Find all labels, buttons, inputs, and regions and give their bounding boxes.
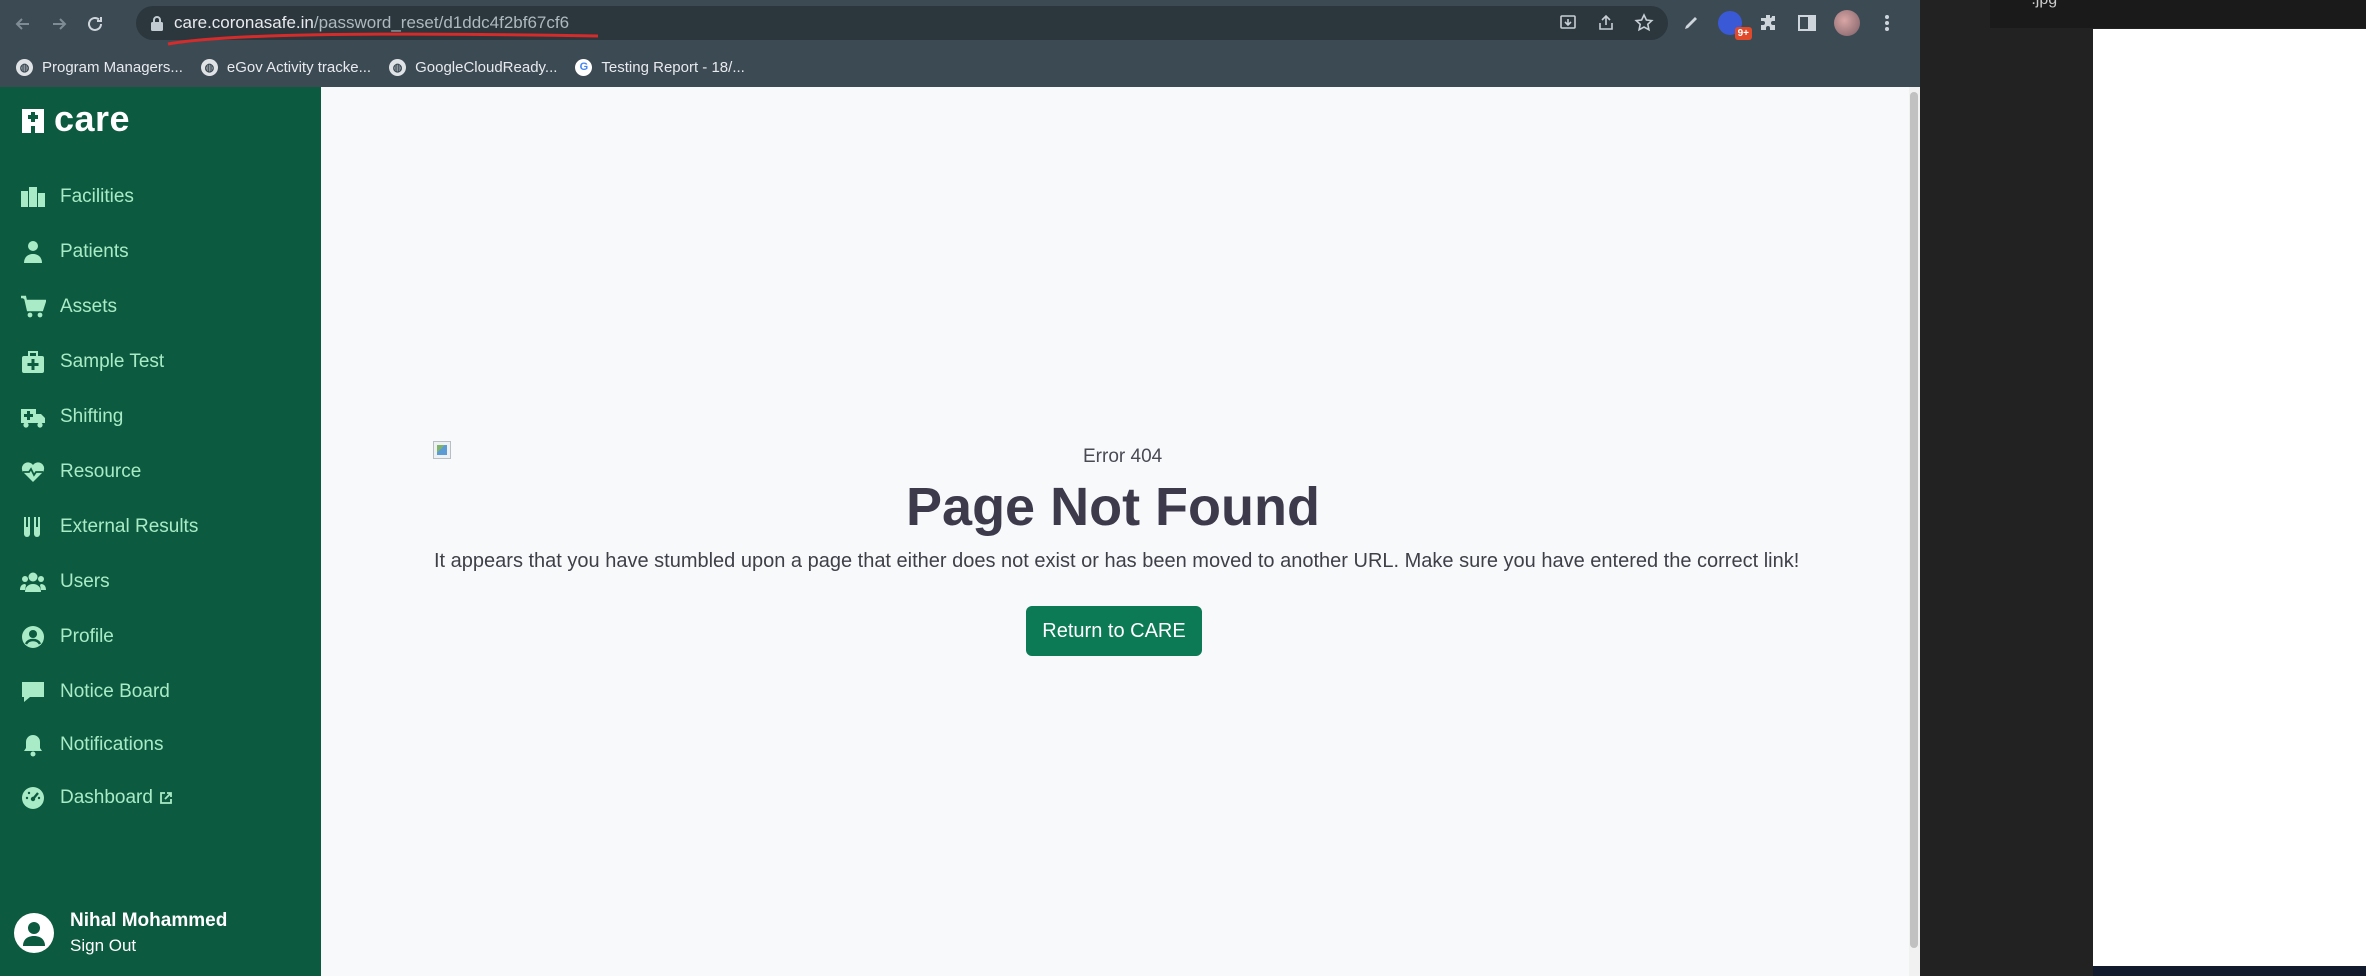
sidebar-item-profile[interactable]: Profile — [0, 609, 321, 664]
sidebar-item-notifications[interactable]: Notifications — [0, 719, 321, 770]
arrow-left-icon — [15, 17, 29, 30]
logo-text: care — [54, 98, 131, 139]
users-icon — [20, 569, 48, 595]
globe-icon: ◍ — [16, 58, 33, 76]
browser-chrome: care.coronasafe.in/password_reset/d1ddc4… — [0, 0, 1920, 87]
extensions-area: 9+ — [1680, 6, 1898, 40]
return-to-care-button[interactable]: Return to CARE — [1026, 606, 1202, 656]
back-button[interactable] — [6, 7, 40, 41]
sidebar-item-users[interactable]: Users — [0, 554, 321, 609]
cart-icon — [20, 294, 48, 320]
forward-button[interactable] — [42, 7, 76, 41]
address-bar-actions — [1558, 6, 1654, 40]
sidebar-item-label: Notifications — [60, 733, 164, 755]
care-logo[interactable]: care — [20, 101, 130, 137]
bookmark-item[interactable]: ◍ GoogleCloudReady... — [389, 58, 558, 76]
sidebar-item-label: Users — [60, 570, 110, 592]
sidebar-item-label: Facilities — [60, 185, 134, 207]
kebab-menu-icon[interactable] — [1876, 12, 1898, 34]
comment-icon — [20, 679, 48, 705]
bookmark-item[interactable]: ◍ Program Managers... — [16, 58, 183, 76]
extension-badge-icon[interactable]: 9+ — [1718, 11, 1752, 40]
background-window-label: ~.jpg — [2022, 0, 2057, 9]
sidebar-item-label: Profile — [60, 625, 114, 647]
user-avatar-icon — [14, 913, 54, 953]
sidebar-item-assets[interactable]: Assets — [0, 279, 321, 334]
hospital-icon — [22, 109, 44, 133]
taskbar-strip — [2093, 966, 2366, 976]
puzzle-icon[interactable] — [1758, 12, 1780, 34]
sidebar-item-sample-test[interactable]: Sample Test — [0, 334, 321, 389]
bookmark-label: eGov Activity tracke... — [226, 58, 372, 76]
arrow-right-icon — [53, 17, 67, 30]
profile-avatar-icon[interactable] — [1834, 10, 1860, 36]
bookmarks-bar: ◍ Program Managers... ◍ eGov Activity tr… — [0, 47, 1920, 87]
error-code: Error 404 — [1083, 446, 1163, 467]
extension-pen-icon[interactable] — [1680, 12, 1702, 34]
globe-icon: ◍ — [389, 58, 407, 76]
red-annotation-underline — [167, 32, 599, 46]
sidebar-item-label: Sample Test — [60, 350, 165, 372]
background-window-canvas — [2093, 29, 2366, 966]
sign-out-link[interactable]: Sign Out — [70, 936, 227, 956]
sidebar-item-shifting[interactable]: Shifting — [0, 389, 321, 444]
sidebar-item-label: Assets — [60, 295, 118, 317]
screen: care.coronasafe.in/password_reset/d1ddc4… — [0, 0, 2366, 976]
share-icon[interactable] — [1596, 13, 1616, 33]
reload-button[interactable] — [78, 7, 112, 41]
user-info: Nihal Mohammed Sign Out — [70, 910, 227, 956]
sidebar-item-notice-board[interactable]: Notice Board — [0, 664, 321, 719]
bookmark-label: Testing Report - 18/... — [601, 58, 745, 76]
bookmark-item[interactable]: ◍ eGov Activity tracke... — [200, 58, 372, 76]
broken-image-icon — [433, 441, 451, 459]
dashboard-icon — [20, 785, 48, 811]
star-icon[interactable] — [1634, 13, 1654, 33]
sidebar-item-label: Dashboard — [60, 786, 153, 808]
medkit-icon — [20, 349, 48, 375]
lock-icon — [150, 15, 164, 31]
sidebar-item-patients[interactable]: Patients — [0, 224, 321, 279]
facilities-icon — [20, 184, 48, 210]
globe-icon: ◍ — [200, 58, 218, 76]
sidebar-item-facilities[interactable]: Facilities — [0, 169, 321, 224]
google-icon: G — [575, 58, 593, 76]
bookmark-item[interactable]: G Testing Report - 18/... — [575, 58, 745, 76]
patient-icon — [20, 239, 48, 265]
user-block: Nihal Mohammed Sign Out — [14, 910, 227, 956]
sidebar-item-label: Notice Board — [60, 680, 170, 702]
sidebar-item-dashboard[interactable]: Dashboard — [0, 770, 321, 825]
ambulance-icon — [20, 404, 48, 430]
install-app-icon[interactable] — [1558, 13, 1578, 33]
page-title: Page Not Found — [906, 477, 1320, 537]
external-link-icon — [160, 791, 172, 804]
side-panel-icon[interactable] — [1796, 12, 1818, 34]
sidebar-item-label: Shifting — [60, 405, 124, 427]
user-name: Nihal Mohammed — [70, 910, 228, 931]
extension-badge-count: 9+ — [1734, 27, 1752, 40]
bell-icon — [20, 732, 48, 758]
bookmark-label: Program Managers... — [42, 58, 183, 76]
bookmark-label: GoogleCloudReady... — [415, 58, 558, 76]
reload-icon — [88, 16, 102, 31]
user-circle-icon — [20, 624, 48, 650]
sidebar-item-label: Patients — [60, 240, 129, 262]
error-description: It appears that you have stumbled upon a… — [434, 550, 1800, 572]
